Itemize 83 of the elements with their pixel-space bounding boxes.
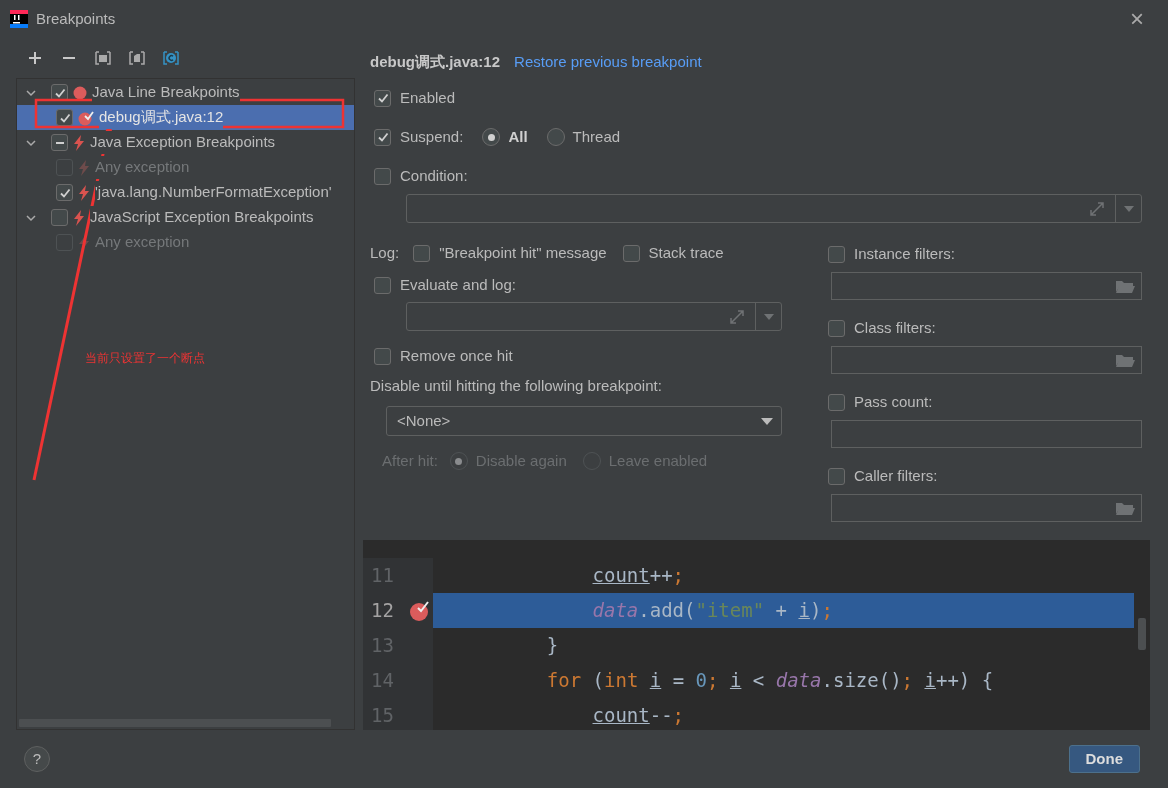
- scrollbar[interactable]: [1138, 618, 1146, 650]
- app-logo-icon: [10, 10, 28, 28]
- tree-label: Any exception: [95, 156, 190, 179]
- filter-field[interactable]: [831, 420, 1142, 448]
- breakpoint-dot-icon: [73, 85, 87, 100]
- code-line: for (int i = 0; i < data.size(); i++) {: [545, 668, 995, 693]
- checkbox-label: Caller filters:: [854, 465, 938, 486]
- checkbox-label: Remove once hit: [400, 345, 513, 366]
- breakpoint-title: debug调式.java:12: [370, 51, 501, 72]
- lightning-icon: [78, 159, 90, 176]
- restore-link[interactable]: Restore previous breakpoint: [514, 50, 702, 74]
- checkmark-icon: [58, 111, 71, 124]
- checkmark-icon: [58, 186, 71, 199]
- folder-icon[interactable]: [1115, 352, 1135, 368]
- section-label: Disable until hitting the following breakpoint:: [370, 376, 663, 396]
- group-icon[interactable]: [95, 50, 111, 66]
- tree-item[interactable]: debug调式.java:12: [17, 105, 354, 130]
- tree-label: Java Exception Breakpoints: [90, 131, 276, 154]
- checkbox-label: Evaluate and log:: [400, 274, 516, 295]
- checkbox[interactable]: [51, 209, 68, 226]
- expression-field[interactable]: [406, 194, 1142, 223]
- filter-field[interactable]: [831, 346, 1142, 374]
- filter-field[interactable]: [831, 272, 1142, 300]
- checkbox[interactable]: [622, 244, 640, 262]
- checkbox[interactable]: [828, 319, 845, 337]
- lightning-icon: [73, 134, 85, 151]
- tree-item[interactable]: JavaScript Exception Breakpoints: [17, 205, 354, 230]
- checkbox[interactable]: [51, 134, 68, 151]
- line-number: 12: [371, 598, 394, 624]
- checkbox-label: Pass count:: [854, 391, 933, 412]
- checkmark-icon: [53, 86, 66, 99]
- checkbox[interactable]: [374, 276, 391, 294]
- checkbox[interactable]: [828, 245, 845, 263]
- checkmark-icon: [376, 131, 389, 143]
- checkbox[interactable]: [374, 167, 391, 185]
- expand-icon[interactable]: [729, 308, 745, 325]
- checkbox-label: Suspend:: [400, 126, 464, 147]
- checkmark-icon: [376, 92, 389, 104]
- tree-label: debug调式.java:12: [99, 106, 224, 129]
- dropdown-arrow-icon[interactable]: [761, 417, 773, 425]
- help-button[interactable]: ?: [24, 746, 50, 772]
- checkbox-label: Condition:: [400, 165, 468, 186]
- class-icon[interactable]: [163, 50, 179, 66]
- radio-button[interactable]: [482, 128, 501, 146]
- radio-label: Thread: [572, 126, 621, 147]
- checkbox[interactable]: [56, 109, 73, 126]
- radio-label: All: [508, 126, 528, 147]
- lightning-icon: [78, 184, 90, 201]
- window-title: Breakpoints: [36, 8, 116, 29]
- lightning-icon: [73, 209, 85, 226]
- breakpoint-check-icon: [78, 109, 94, 126]
- checkbox-label: Class filters:: [854, 317, 936, 338]
- add-icon[interactable]: [27, 50, 43, 66]
- checkbox[interactable]: [828, 393, 845, 411]
- code-line: count++;: [591, 563, 686, 588]
- breakpoint-dropdown[interactable]: <None>: [386, 406, 782, 436]
- expand-icon[interactable]: [1089, 200, 1105, 217]
- checkbox[interactable]: [413, 244, 431, 262]
- tree-item[interactable]: 'java.lang.NumberFormatException': [17, 180, 354, 205]
- code-line: }: [545, 633, 560, 658]
- checkbox[interactable]: [374, 89, 391, 107]
- done-button[interactable]: Done: [1068, 745, 1140, 773]
- annotation-text: 当前只设置了一个断点: [85, 350, 205, 367]
- log-label: Log:: [370, 242, 400, 263]
- expression-field[interactable]: [406, 302, 782, 331]
- checkbox[interactable]: [56, 184, 73, 201]
- checkbox-label: Stack trace: [648, 242, 724, 263]
- checkbox-label: "Breakpoint hit" message: [439, 242, 607, 263]
- close-button[interactable]: ×: [1124, 7, 1150, 31]
- file-group-icon[interactable]: [129, 50, 145, 66]
- checkbox[interactable]: [374, 347, 391, 365]
- tree-item[interactable]: Java Line Breakpoints: [17, 80, 354, 105]
- folder-icon[interactable]: [1115, 500, 1135, 516]
- checkbox-label: Instance filters:: [854, 243, 955, 264]
- breakpoint-check-icon[interactable]: [409, 599, 431, 622]
- code-line: count--;: [591, 703, 686, 728]
- checkbox[interactable]: [374, 128, 391, 146]
- tree-item[interactable]: Java Exception Breakpoints: [17, 130, 354, 155]
- checkbox[interactable]: [828, 467, 845, 485]
- filter-field[interactable]: [831, 494, 1142, 522]
- checkbox-label: Enabled: [400, 87, 456, 108]
- radio-button[interactable]: [546, 128, 565, 146]
- folder-icon[interactable]: [1115, 278, 1135, 294]
